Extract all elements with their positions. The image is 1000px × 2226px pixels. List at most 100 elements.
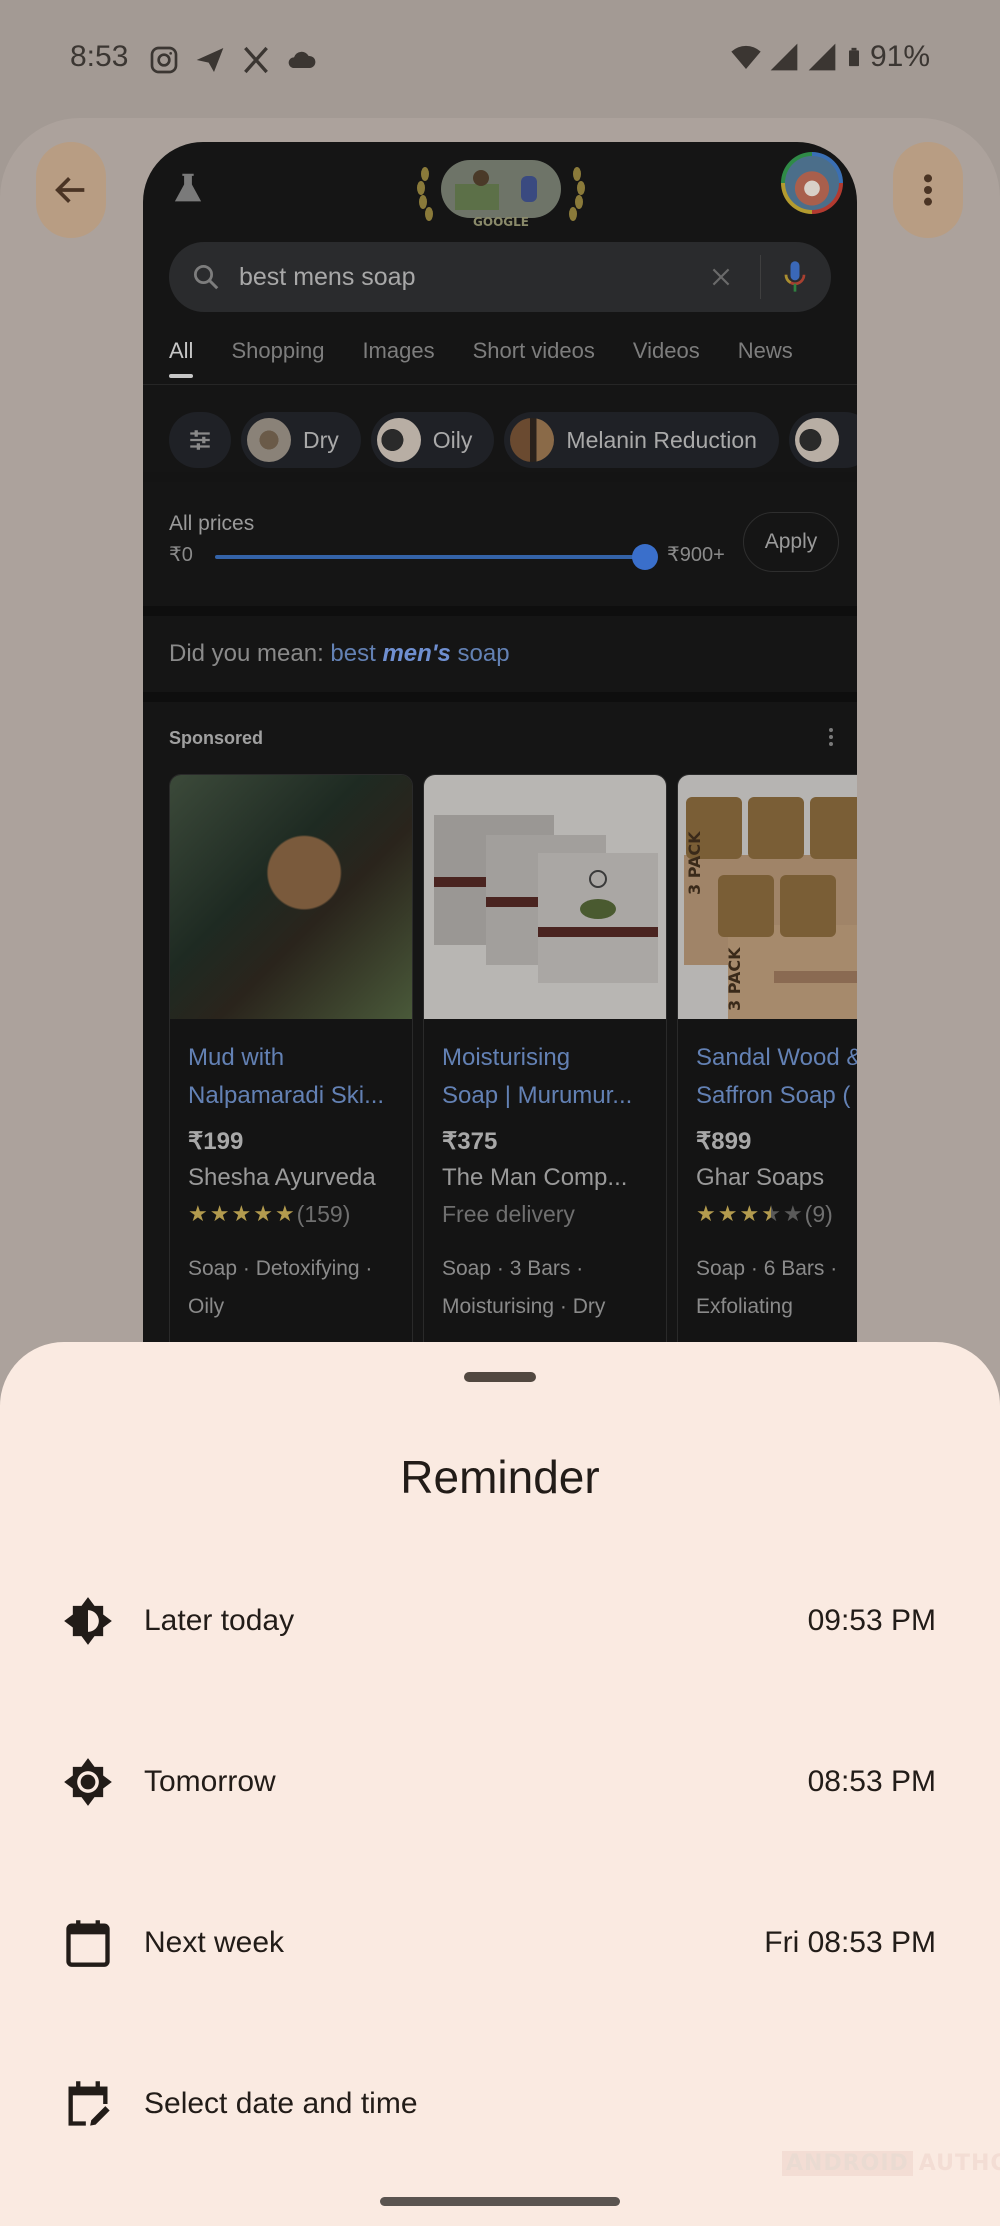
product-title[interactable]: Sandal Wood & Saffron Soap ( <box>696 1039 857 1115</box>
watermark-part: AUTHORITY <box>918 2151 1000 2176</box>
tab-shopping[interactable]: Shopping <box>231 338 324 378</box>
link-emphasis: men's <box>382 640 451 667</box>
wifi-icon <box>731 45 761 69</box>
product-price: ₹375 <box>442 1128 498 1155</box>
reminder-bottom-sheet: Reminder Later today 09:53 PM Tomorrow 0… <box>0 1342 1000 2226</box>
tab-videos[interactable]: Videos <box>633 338 700 378</box>
chip-thumbnail <box>376 418 421 462</box>
more-options-button[interactable] <box>893 142 963 238</box>
review-count: (9) <box>804 1200 833 1227</box>
star-half-icon: ★ <box>761 1201 781 1226</box>
reminder-option-later-today[interactable]: Later today 09:53 PM <box>0 1566 1000 1676</box>
more-vertical-icon[interactable] <box>825 724 837 750</box>
chip-thumbnail <box>510 418 555 462</box>
chip-label: Dry <box>303 426 339 453</box>
reminder-option-tomorrow[interactable]: Tomorrow 08:53 PM <box>0 1727 1000 1837</box>
star-icon: ★ <box>231 1201 252 1226</box>
browser-preview[interactable]: GOOGLE best mens soap All Shopping Image… <box>143 142 857 1362</box>
home-indicator[interactable] <box>380 2197 620 2206</box>
section-separator <box>143 692 857 702</box>
reminder-option-select-date-time[interactable]: Select date and time <box>0 2049 1000 2159</box>
search-tabs: All Shopping Images Short videos Videos … <box>169 338 793 378</box>
product-image: 3 PACK 3 PACK <box>678 775 857 1019</box>
option-label: Tomorrow <box>144 1765 276 1798</box>
apply-button[interactable]: Apply <box>743 512 839 572</box>
svg-text:3 PACK: 3 PACK <box>725 947 744 1011</box>
tab-news[interactable]: News <box>738 338 793 378</box>
x-icon <box>244 46 268 74</box>
search-input[interactable]: best mens soap <box>239 263 708 292</box>
tab-short-videos[interactable]: Short videos <box>473 338 595 378</box>
mic-icon[interactable] <box>781 259 809 295</box>
section-separator <box>143 472 857 482</box>
chip-more[interactable] <box>788 412 857 468</box>
product-title[interactable]: Moisturising Soap | Murumur... <box>442 1039 648 1115</box>
star-icon: ★ <box>253 1201 273 1226</box>
clear-icon[interactable] <box>708 264 734 290</box>
tab-images[interactable]: Images <box>362 338 434 378</box>
chip-thumbnail <box>794 418 839 462</box>
tabs-divider <box>143 384 857 385</box>
star-icon: ★ <box>739 1201 760 1226</box>
review-count: (159) <box>296 1200 351 1227</box>
product-tags: Soap · 3 Bars · Moisturising · Dry <box>442 1257 606 1318</box>
brightness-half-icon <box>62 1595 114 1647</box>
sponsored-label: Sponsored <box>169 728 264 748</box>
product-title[interactable]: Mud with Nalpamaradi Ski... <box>188 1039 394 1115</box>
back-button[interactable] <box>36 142 106 238</box>
product-tags: Soap · 6 Bars · Exfoliating <box>696 1257 838 1318</box>
product-price: ₹899 <box>696 1128 752 1155</box>
product-price: ₹199 <box>188 1128 244 1155</box>
drag-handle[interactable] <box>464 1372 536 1382</box>
star-icon: ★ <box>209 1201 230 1226</box>
section-separator <box>143 606 857 616</box>
tune-icon <box>190 430 210 450</box>
svg-text:3 PACK: 3 PACK <box>685 831 704 895</box>
option-label: Select date and time <box>144 2087 418 2120</box>
product-card[interactable]: Mud with Nalpamaradi Ski... ₹199 Shesha … <box>169 774 413 1362</box>
tab-all[interactable]: All <box>169 338 194 378</box>
chip-oily[interactable]: Oily <box>370 412 495 468</box>
product-delivery: Free delivery <box>442 1200 575 1227</box>
google-doodle[interactable]: GOOGLE <box>411 154 591 230</box>
option-time: 08:53 PM <box>807 1765 936 1798</box>
brightness-icon <box>62 1756 114 1808</box>
signal-icon <box>770 43 798 71</box>
status-time: 8:53 <box>70 40 129 73</box>
price-slider-track[interactable] <box>215 555 645 559</box>
link-text: best <box>330 640 383 667</box>
more-vertical-icon <box>924 174 932 206</box>
product-card[interactable]: Moisturising Soap | Murumur... ₹375 The … <box>423 774 667 1362</box>
product-card[interactable]: 3 PACK 3 PACK Sandal Wood & Saffron Soap… <box>677 774 857 1362</box>
product-seller: Ghar Soaps <box>696 1164 825 1191</box>
search-divider <box>760 255 761 299</box>
labs-flask-icon[interactable] <box>171 172 205 206</box>
price-slider-thumb[interactable] <box>632 544 658 570</box>
calendar-icon <box>62 1917 114 1969</box>
telegram-icon <box>196 48 224 72</box>
option-time: 09:53 PM <box>807 1604 936 1637</box>
product-image <box>424 775 666 1019</box>
chip-label: Oily <box>432 426 473 453</box>
reminder-option-next-week[interactable]: Next week Fri 08:53 PM <box>0 1888 1000 1998</box>
instagram-icon <box>150 46 178 74</box>
system-icons: 91% <box>730 40 930 74</box>
watermark: ANDROID AUTHORITY <box>782 2151 1000 2176</box>
product-rating: ★ ★ ★ ★ ★ (159) <box>188 1198 394 1230</box>
price-max: ₹900+ <box>667 544 725 566</box>
did-you-mean-link[interactable]: best men's soap <box>330 640 509 667</box>
star-icon: ★ <box>696 1201 716 1226</box>
star-icon: ★ <box>717 1201 738 1226</box>
option-time: Fri 08:53 PM <box>764 1926 936 1959</box>
star-icon: ★ <box>274 1201 295 1226</box>
notification-icons <box>148 44 318 76</box>
chip-dry[interactable]: Dry <box>241 412 361 468</box>
account-avatar[interactable] <box>781 152 843 214</box>
signal-icon <box>808 43 836 71</box>
status-bar: 8:53 91% <box>0 0 1000 120</box>
chip-melanin-reduction[interactable]: Melanin Reduction <box>504 412 779 468</box>
search-bar[interactable]: best mens soap <box>169 242 831 312</box>
product-rating: ★ ★ ★ ★ ★ (9) <box>696 1198 857 1230</box>
filter-settings-chip[interactable] <box>169 412 231 468</box>
option-label: Later today <box>144 1604 295 1637</box>
